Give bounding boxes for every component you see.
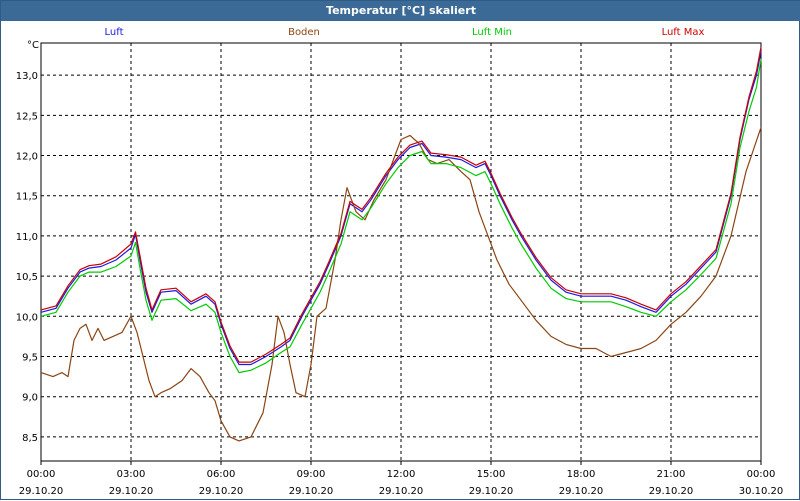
x-tick-date: 29.10.20 [199, 486, 244, 497]
legend-label-luft-min: Luft Min [472, 27, 512, 38]
x-tick-time: 06:00 [207, 469, 236, 480]
y-tick-label: 11,0 [16, 232, 38, 243]
x-tick-time: 18:00 [567, 469, 596, 480]
y-tick-label: 9,0 [22, 393, 38, 404]
legend-label-boden: Boden [288, 27, 320, 38]
x-tick-date: 29.10.20 [559, 486, 604, 497]
legend-label-luft-max: Luft Max [662, 27, 705, 38]
x-tick-time: 09:00 [297, 469, 326, 480]
y-tick-label: 9,5 [22, 353, 38, 364]
x-tick-date: 29.10.20 [379, 486, 424, 497]
y-tick-label: 12,5 [16, 111, 38, 122]
x-tick-time: 15:00 [477, 469, 506, 480]
x-tick-time: 03:00 [117, 469, 146, 480]
y-tick-label: 8,5 [22, 433, 38, 444]
x-tick-time: 00:00 [747, 469, 776, 480]
temperature-chart: 8,5 9,0 9,5 10,0 10,5 11,0 11,5 12,0 12,5 13,0 °C 0… [16, 27, 784, 497]
chart-window: Temperatur [°C] skaliert 8,5 9,0 9,5 10,0 10… [0, 0, 800, 500]
y-tick-label: 11,5 [16, 192, 38, 203]
y-tick-label: 13,0 [16, 71, 38, 82]
y-tick-label: 10,5 [16, 272, 38, 283]
y-axis-label: °C [27, 40, 39, 51]
x-tick-date: 29.10.20 [649, 486, 694, 497]
x-tick-date: 29.10.20 [289, 486, 334, 497]
x-tick-date: 29.10.20 [109, 486, 154, 497]
x-tick-date: 30.10.20 [739, 486, 784, 497]
legend-label-luft: Luft [105, 27, 124, 38]
x-tick-time: 21:00 [657, 469, 686, 480]
x-tick-date: 29.10.20 [19, 486, 64, 497]
y-tick-label: 12,0 [16, 152, 38, 163]
x-tick-time: 00:00 [27, 469, 56, 480]
x-tick-time: 12:00 [387, 469, 416, 480]
y-tick-label: 10,0 [16, 312, 38, 323]
x-tick-date: 29.10.20 [469, 486, 514, 497]
